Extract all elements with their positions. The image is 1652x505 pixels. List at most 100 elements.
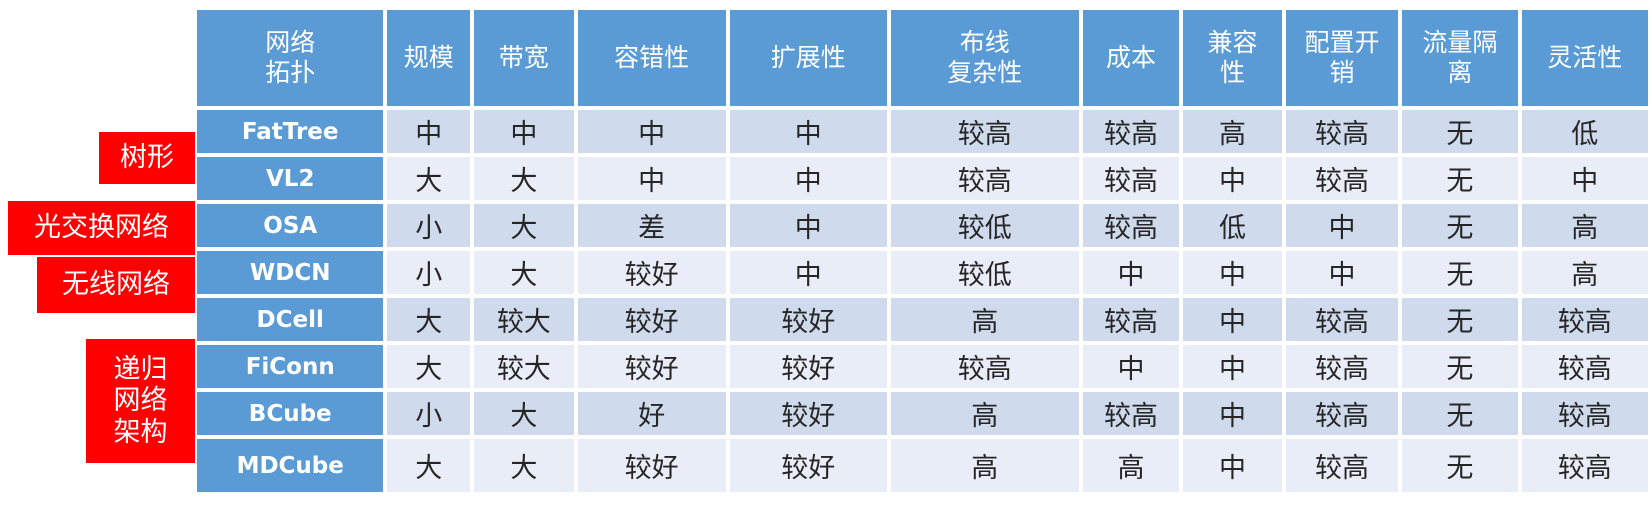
table-cell: 中	[1183, 392, 1282, 435]
table-cell: 较高	[890, 345, 1079, 388]
table-cell: 中	[577, 157, 726, 200]
table-cell: 较高	[1285, 345, 1399, 388]
header-row: 网络 拓扑 规模 带宽 容错性 扩展性 布线 复杂性 成本 兼容 性 配置开 销…	[197, 10, 1648, 106]
table-cell: 较高	[1082, 157, 1180, 200]
table-cell: 大	[474, 439, 574, 492]
table-cell: 中	[1082, 251, 1180, 294]
table-cell: 中	[474, 110, 574, 153]
table-cell: 低	[1183, 204, 1282, 247]
table-cell: 较好	[729, 392, 887, 435]
table-cell: 较高	[890, 110, 1079, 153]
table-cell: 无	[1402, 157, 1518, 200]
table-cell: 低	[1521, 110, 1648, 153]
table-row: DCell 大较大 较好 较好高较高中较高无较高	[197, 298, 1648, 341]
table-cell: 中	[1183, 345, 1282, 388]
category-tree: 树形	[99, 132, 195, 184]
header-wiring-complexity: 布线 复杂性	[890, 10, 1079, 106]
table-row: MDCube 大大较好 较好高高中较高无较高	[197, 439, 1648, 492]
table-cell: 无	[1402, 439, 1518, 492]
header-config-overhead: 配置开 销	[1285, 10, 1399, 106]
table-cell: 较高	[1082, 110, 1180, 153]
row-topology-name: VL2	[197, 157, 384, 200]
table-cell: 较高	[1285, 110, 1399, 153]
table-cell: 大	[474, 204, 574, 247]
table-cell: 高	[1521, 204, 1648, 247]
table-cell: 较好	[729, 345, 887, 388]
table-cell: 大	[387, 345, 471, 388]
row-topology-name: WDCN	[197, 251, 384, 294]
row-topology-name: OSA	[197, 204, 384, 247]
header-scalability: 扩展性	[729, 10, 887, 106]
table-cell: 小	[387, 204, 471, 247]
header-compatibility: 兼容 性	[1183, 10, 1282, 106]
header-flexibility: 灵活性	[1521, 10, 1648, 106]
table-cell: 中	[729, 204, 887, 247]
table-row: BCube 小大好较好高较高中较高无较高	[197, 392, 1648, 435]
table-cell: 较大	[474, 298, 574, 341]
table-cell: 好	[577, 392, 726, 435]
table-cell: 中	[729, 110, 887, 153]
table-cell: 较低	[890, 204, 1079, 247]
table-cell: 中	[729, 157, 887, 200]
table-cell: 较低	[890, 251, 1079, 294]
table-cell: 中	[1183, 157, 1282, 200]
table-cell: 较高	[890, 157, 1079, 200]
row-topology-name: FiConn	[197, 345, 384, 388]
header-scale: 规模	[387, 10, 471, 106]
table-cell: 大	[474, 392, 574, 435]
table-cell: 大	[474, 157, 574, 200]
table-cell: 大	[387, 298, 471, 341]
table-cell: 较高	[1521, 439, 1648, 492]
row-topology-name: DCell	[197, 298, 384, 341]
header-cost: 成本	[1082, 10, 1180, 106]
table-cell: 高	[1183, 110, 1282, 153]
table-cell: 较好	[577, 345, 726, 388]
table-cell: 较好	[729, 298, 887, 341]
header-fault-tolerance: 容错性	[577, 10, 726, 106]
table-cell: 无	[1402, 298, 1518, 341]
table-cell: 较高	[1285, 439, 1399, 492]
table-cell: 高	[890, 439, 1079, 492]
table-row: WDCN 小大较好中较低中中中无高	[197, 251, 1648, 294]
table-row: FatTree 中中中中较高 较高高较高无低	[197, 110, 1648, 153]
row-topology-name: BCube	[197, 392, 384, 435]
header-bandwidth: 带宽	[474, 10, 574, 106]
table-row: OSA 小大差中较低 较高低中无高	[197, 204, 1648, 247]
table-cell: 较高	[1521, 345, 1648, 388]
table-cell: 小	[387, 392, 471, 435]
table-cell: 无	[1402, 345, 1518, 388]
table-cell: 中	[1082, 345, 1180, 388]
table-cell: 小	[387, 251, 471, 294]
row-topology-name: FatTree	[197, 110, 384, 153]
table-cell: 中	[729, 251, 887, 294]
table-cell: 较大	[474, 345, 574, 388]
table-cell: 较好	[577, 298, 726, 341]
table-body: FatTree 中中中中较高 较高高较高无低 VL2 大大中中较高 较高中较高无中 OSA 小…	[197, 110, 1648, 492]
header-traffic-isolation: 流量隔 离	[1402, 10, 1518, 106]
table-cell: 中	[387, 110, 471, 153]
category-recursive: 递归 网络 架构	[86, 339, 195, 463]
table-cell: 高	[1521, 251, 1648, 294]
table-cell: 无	[1402, 204, 1518, 247]
table-cell: 无	[1402, 392, 1518, 435]
table-cell: 较高	[1521, 298, 1648, 341]
table-cell: 较好	[729, 439, 887, 492]
table-cell: 高	[890, 392, 1079, 435]
table-cell: 无	[1402, 251, 1518, 294]
table-cell: 无	[1402, 110, 1518, 153]
table-cell: 中	[1183, 439, 1282, 492]
table-row: FiConn 大较大 较好 较好 较高中中较高无较高	[197, 345, 1648, 388]
table-cell: 较好	[577, 251, 726, 294]
table-cell: 较高	[1082, 204, 1180, 247]
table-cell: 中	[1521, 157, 1648, 200]
category-optical-switching: 光交换网络	[8, 201, 195, 255]
topology-comparison-table: 网络 拓扑 规模 带宽 容错性 扩展性 布线 复杂性 成本 兼容 性 配置开 销…	[193, 6, 1652, 496]
table-cell: 中	[1183, 298, 1282, 341]
header-topology: 网络 拓扑	[197, 10, 384, 106]
category-wireless: 无线网络	[37, 257, 195, 313]
row-topology-name: MDCube	[197, 439, 384, 492]
table-cell: 大	[387, 439, 471, 492]
table-cell: 中	[1285, 251, 1399, 294]
table-cell: 较高	[1285, 298, 1399, 341]
table-cell: 高	[1082, 439, 1180, 492]
